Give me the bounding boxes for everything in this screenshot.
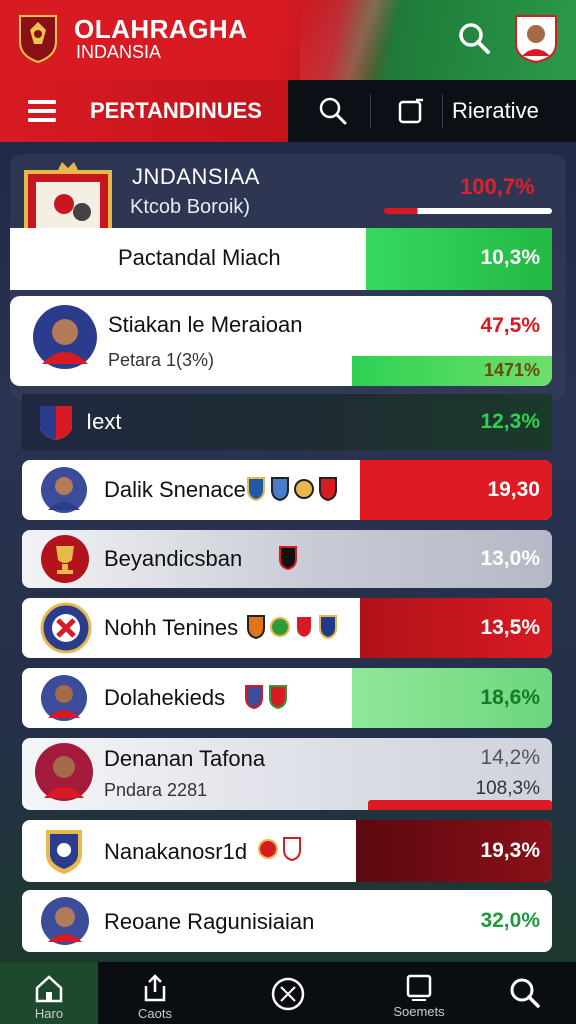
club-badge-icon	[258, 839, 278, 859]
divider	[442, 94, 443, 128]
row-percentage: 19,3%	[480, 839, 540, 862]
club-badge-icon	[271, 477, 289, 502]
club-badge-icon	[283, 837, 301, 862]
list-item[interactable]: Nanakanosr1d 19,3%	[22, 820, 552, 882]
club-badge-icon	[279, 546, 297, 571]
featured-team-name: JNDANSIAA	[132, 164, 260, 189]
featured-percentage: 100,7%	[460, 174, 535, 199]
team-crest-icon	[46, 830, 82, 874]
row-label: Nohh Tenines	[104, 615, 239, 640]
tab-ball[interactable]	[238, 962, 338, 1024]
club-badge-icon	[319, 477, 337, 502]
tab-caots[interactable]: Caots	[110, 962, 200, 1024]
list-item[interactable]: Dolahekieds 18,6%	[22, 668, 552, 728]
trophy-icon	[41, 535, 89, 583]
search-icon[interactable]	[318, 96, 348, 126]
list-item[interactable]: Pactandal Miach 10,3%	[10, 228, 552, 290]
row-percentage: 32,0%	[480, 909, 540, 932]
list-item[interactable]: Nohh Tenines 13,5%	[22, 598, 552, 658]
share-icon	[144, 974, 166, 1002]
search-icon	[510, 978, 540, 1008]
nav-bar: PERTANDINUES Rierative	[0, 80, 576, 142]
app-title: OLAHRAGHA	[74, 14, 248, 44]
nav-section-active[interactable]: PERTANDINUES	[0, 80, 288, 142]
club-badge-icon	[270, 617, 290, 637]
nav-right-label[interactable]: Rierative	[452, 98, 539, 124]
row-percentage-secondary: 1471%	[483, 360, 540, 380]
player-avatar	[35, 743, 93, 801]
club-badges	[244, 684, 288, 710]
club-badges	[246, 614, 338, 640]
row-progress-bar	[368, 800, 552, 810]
list-item[interactable]: Stiakan le Meraioan Petara 1(3%) 47,5% 1…	[10, 296, 552, 386]
divider	[370, 94, 371, 128]
tab-label: Caots	[138, 1006, 172, 1021]
row-label: Beyandicsban	[104, 546, 243, 571]
tab-search[interactable]	[480, 962, 570, 1024]
team-crest-icon	[40, 602, 92, 654]
menu-icon[interactable]	[28, 100, 56, 122]
featured-subtitle: Ktcob Boroik)	[130, 196, 251, 218]
club-badge-icon	[294, 479, 314, 499]
row-label: Pactandal Miach	[118, 245, 281, 270]
tab-home[interactable]: Haro	[0, 962, 98, 1024]
list-item[interactable]: Reoane Ragunisiaian 32,0%	[22, 890, 552, 952]
player-avatar	[41, 897, 89, 945]
featured-progress-bar	[384, 208, 552, 214]
player-avatar	[41, 675, 87, 721]
app-subtitle: INDANSIA	[76, 42, 162, 62]
club-badge-icon	[247, 615, 265, 640]
row-label: Stiakan le Meraioan	[108, 312, 303, 337]
list-item[interactable]: Iext 12,3%	[22, 394, 552, 450]
row-percentage: 18,6%	[480, 686, 540, 709]
bottom-tab-bar: Haro Caots Soemets	[0, 962, 576, 1024]
nav-title: PERTANDINUES	[90, 98, 262, 123]
tab-label: Haro	[34, 1006, 64, 1021]
row-percentage: 13,0%	[480, 547, 540, 570]
garuda-crest-icon	[19, 15, 57, 64]
club-badge-icon	[295, 615, 313, 640]
row-percentage: 10,3%	[480, 246, 540, 269]
flag-icon	[40, 406, 72, 440]
club-badges	[258, 836, 302, 862]
tab-soemets[interactable]: Soemets	[372, 962, 466, 1024]
row-label: Nanakanosr1d	[104, 839, 248, 864]
club-badges	[278, 545, 298, 571]
square-icon[interactable]	[396, 96, 426, 126]
row-percentage: 12,3%	[480, 410, 540, 433]
search-icon[interactable]	[456, 20, 492, 56]
club-badge-icon	[245, 685, 263, 710]
row-label: Dolahekieds	[104, 685, 226, 710]
player-avatar	[41, 467, 87, 513]
square-icon	[406, 974, 432, 1001]
row-percentage: 14,2%	[480, 746, 540, 769]
row-label: Dalik Snenace	[104, 477, 246, 502]
home-icon	[35, 975, 63, 1003]
player-avatar	[33, 305, 97, 369]
row-percentage-secondary: 108,3%	[475, 778, 540, 799]
ball-icon	[271, 977, 305, 1011]
row-sublabel: Petara 1(3%)	[108, 350, 215, 370]
row-label: Reoane Ragunisiaian	[104, 909, 315, 934]
list-item[interactable]: Beyandicsban 13,0%	[22, 530, 552, 588]
list-item[interactable]: Dalik Snenace 19,30	[22, 460, 552, 520]
row-percentage: 47,5%	[480, 314, 540, 337]
club-badges	[246, 476, 338, 502]
app-header: OLAHRAGHA INDANSIA	[0, 0, 576, 80]
row-label: Iext	[86, 409, 122, 434]
club-badge-icon	[319, 615, 337, 640]
row-label: Denanan Tafona	[104, 746, 266, 771]
club-badge-icon	[269, 685, 287, 710]
player-avatar[interactable]	[512, 12, 560, 64]
row-percentage: 19,30	[487, 478, 540, 501]
row-sublabel: Pndara 2281	[104, 780, 208, 800]
tab-label: Soemets	[393, 1004, 445, 1019]
club-badge-icon	[247, 477, 265, 502]
row-percentage: 13,5%	[480, 616, 540, 639]
